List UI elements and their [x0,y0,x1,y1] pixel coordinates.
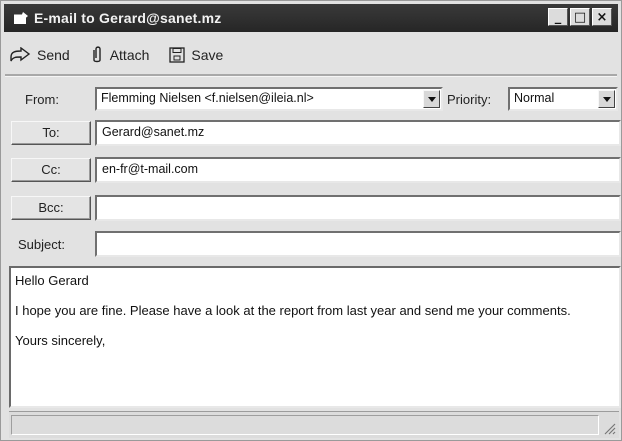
mail-icon [14,12,28,24]
message-body[interactable]: Hello Gerard I hope you are fine. Please… [9,266,621,408]
attach-button[interactable]: Attach [90,46,150,64]
subject-label: Subject: [18,237,65,252]
status-panel [11,415,599,435]
email-window: E-mail to Gerard@sanet.mz _ □ × Send Att… [0,0,622,441]
toolbar-divider [5,74,617,77]
priority-value: Normal [514,91,555,105]
to-button[interactable]: To: [11,121,91,145]
dropdown-arrow-icon[interactable] [423,90,440,108]
body-closing: Yours sincerely, [15,333,106,348]
bcc-button[interactable]: Bcc: [11,196,91,220]
attach-label: Attach [109,47,150,63]
maximize-button[interactable]: □ [570,8,590,26]
send-icon [10,47,31,62]
minimize-button[interactable]: _ [548,8,568,26]
save-button[interactable]: Save [169,47,223,63]
bcc-field[interactable] [95,195,621,221]
subject-field[interactable] [95,231,621,257]
attach-icon [93,46,101,63]
title-bar[interactable]: E-mail to Gerard@sanet.mz _ □ × [4,4,618,32]
body-paragraph: I hope you are fine. Please have a look … [15,303,571,318]
from-select[interactable]: Flemming Nielsen <f.nielsen@ileia.nl> [95,87,443,111]
priority-label: Priority: [447,92,492,107]
resize-grip-icon[interactable] [602,421,616,435]
from-value: Flemming Nielsen <f.nielsen@ileia.nl> [101,91,314,105]
from-label: From: [25,92,59,107]
status-bar [9,411,619,438]
cc-field[interactable]: en-fr@t-mail.com [95,157,621,183]
priority-select[interactable]: Normal [508,87,618,111]
send-label: Send [37,47,70,63]
send-button[interactable]: Send [9,47,70,63]
body-greeting: Hello Gerard [15,273,89,288]
dropdown-arrow-icon[interactable] [598,90,615,108]
save-label: Save [191,47,224,63]
toolbar: Send Attach Save [9,41,243,69]
save-icon [169,47,186,63]
to-field[interactable]: Gerard@sanet.mz [95,120,621,146]
window-title: E-mail to Gerard@sanet.mz [34,10,222,26]
cc-button[interactable]: Cc: [11,158,91,182]
close-button[interactable]: × [592,8,612,26]
